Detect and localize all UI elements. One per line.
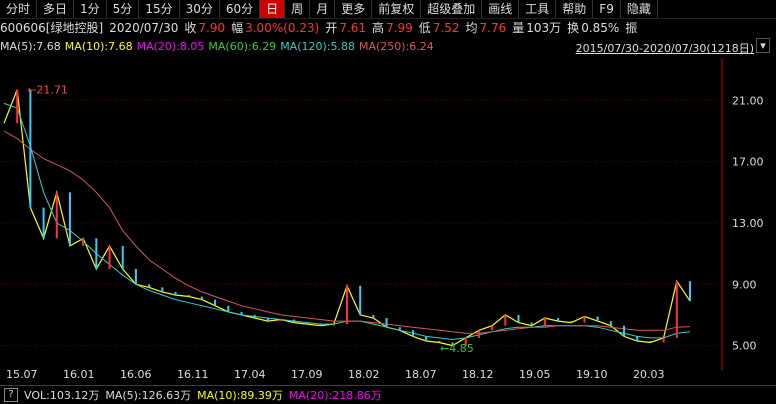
vol-total: VOL:103.12万: [24, 389, 100, 402]
draw-line-button[interactable]: 画线: [482, 0, 520, 18]
x-tick-label: 20.03: [633, 368, 665, 381]
x-tick-label: 17.04: [234, 368, 266, 381]
high-label: 高: [372, 21, 385, 35]
x-tick-label: 18.02: [348, 368, 380, 381]
close-label: 收: [184, 21, 197, 35]
high-value: 7.99: [386, 20, 413, 35]
x-tick-label: 16.06: [120, 368, 152, 381]
x-tick-label: 15.07: [6, 368, 38, 381]
kline-chart[interactable]: 21.00 17.00 13.00 9.00 5.00 ←21.71 ←4.85: [0, 58, 776, 370]
ma120-label: MA(120):5.88: [280, 39, 355, 53]
x-tick-label: 19.05: [519, 368, 551, 381]
chevron-down-icon[interactable]: ▾: [756, 38, 770, 53]
tab-week[interactable]: 周: [285, 0, 311, 18]
turn-value: 0.85%: [581, 20, 620, 35]
super-overlay-button[interactable]: 超级叠加: [421, 0, 483, 18]
x-tick-label: 17.09: [291, 368, 323, 381]
tab-fenshi[interactable]: 分时: [0, 0, 38, 18]
hide-button[interactable]: 隐藏: [621, 0, 658, 18]
tab-60min[interactable]: 60分: [220, 0, 261, 18]
zhen-label: 振: [625, 21, 638, 35]
amp-label: 幅: [231, 21, 244, 35]
quote-date: 2020/07/30: [109, 20, 179, 35]
y-tick-label: 5.00: [732, 340, 757, 353]
f9-button[interactable]: F9: [593, 0, 621, 18]
tools-button[interactable]: 工具: [519, 0, 557, 18]
amp-value: 3.00%(0.23): [245, 20, 320, 35]
vol-ma10: MA(10):89.39万: [197, 389, 283, 402]
ma20-label: MA(20):8.05: [136, 39, 205, 53]
min-annotation: ←4.85: [440, 342, 474, 355]
open-value: 7.61: [339, 20, 367, 35]
period-range[interactable]: 2015/07/30-2020/07/30(1218日): [576, 40, 754, 56]
y-tick-label: 13.00: [732, 217, 764, 230]
stock-code: 600606[绿地控股]: [0, 21, 104, 35]
tab-30min[interactable]: 30分: [180, 0, 220, 18]
low-label: 低: [418, 21, 431, 35]
tab-1min[interactable]: 1分: [74, 0, 107, 18]
tab-month[interactable]: 月: [310, 0, 336, 18]
close-value: 7.90: [198, 20, 226, 35]
vol-value: 103万: [526, 21, 562, 35]
vol-label: 量: [512, 21, 525, 35]
y-tick-label: 17.00: [732, 156, 764, 169]
help-button[interactable]: 帮助: [556, 0, 594, 18]
vol-ma5: MA(5):126.63万: [105, 389, 192, 402]
help-icon[interactable]: ?: [4, 388, 18, 402]
tab-day[interactable]: 日: [260, 0, 286, 18]
x-tick-label: 18.12: [462, 368, 494, 381]
period-toolbar: 分时 多日 1分 5分 15分 30分 60分 日 周 月 更多 前复权 超级叠…: [0, 0, 776, 19]
avg-value: 7.76: [479, 20, 507, 35]
tab-5min[interactable]: 5分: [107, 0, 140, 18]
x-tick-label: 16.01: [63, 368, 95, 381]
tab-multiday[interactable]: 多日: [37, 0, 75, 18]
quote-info-bar: 600606[绿地控股] 2020/07/30 收 7.90 幅 3.00%(0.2…: [0, 18, 776, 37]
low-value: 7.52: [432, 20, 460, 35]
avg-label: 均: [465, 21, 478, 35]
ma5-label: MA(5):7.68: [0, 39, 61, 53]
ma250-label: MA(250):6.24: [358, 39, 434, 53]
tab-15min[interactable]: 15分: [139, 0, 180, 18]
x-axis: 15.07 16.01 16.06 16.11 17.04 17.09 18.02 18.07…: [0, 368, 722, 384]
ma10-label: MA(10):7.68: [64, 39, 133, 53]
max-annotation: ←21.71: [27, 83, 68, 96]
y-tick-label: 21.00: [732, 94, 764, 107]
volume-legend: ? VOL:103.12万 MA(5):126.63万 MA(10):89.39…: [0, 385, 776, 404]
x-tick-label: 16.11: [177, 368, 209, 381]
x-tick-label: 19.10: [576, 368, 608, 381]
more-button[interactable]: 更多: [335, 0, 373, 18]
vol-ma20: MA(20):218.86万: [288, 389, 382, 402]
x-tick-label: 18.07: [405, 368, 437, 381]
y-tick-label: 9.00: [732, 278, 757, 291]
ma60-label: MA(60):6.29: [208, 39, 277, 53]
open-label: 开: [325, 21, 338, 35]
plot-area: [0, 58, 722, 370]
turn-label: 换: [567, 21, 580, 35]
forward-adjust-button[interactable]: 前复权: [372, 0, 422, 18]
